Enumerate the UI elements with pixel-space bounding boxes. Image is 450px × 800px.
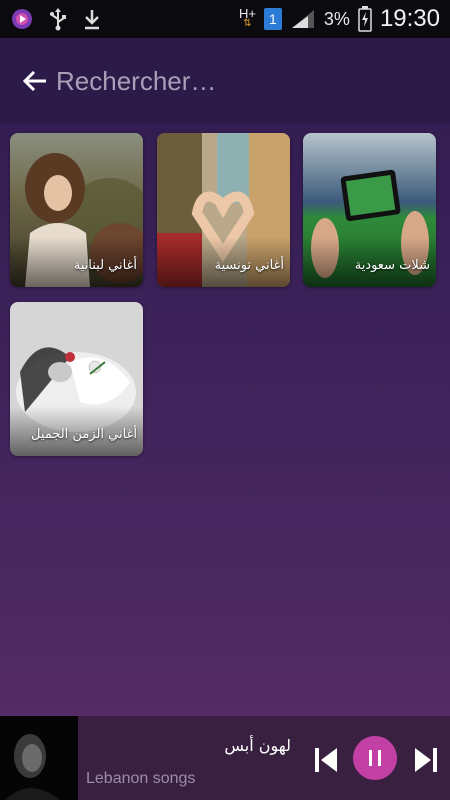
next-button[interactable]	[408, 742, 444, 778]
album-art	[0, 716, 78, 800]
previous-button[interactable]	[308, 742, 344, 778]
battery-charging-icon	[358, 6, 372, 32]
pause-icon	[369, 750, 381, 766]
category-label: شلات سعودية	[354, 258, 430, 273]
category-label: أغاني الزمن الجميل	[31, 427, 137, 442]
download-icon	[82, 7, 102, 31]
clock: 19:30	[379, 5, 440, 32]
track-subtitle: Lebanon songs	[86, 770, 196, 787]
skip-next-icon	[415, 748, 437, 772]
track-info: لهون أبس Lebanon songs	[86, 716, 301, 800]
arrow-left-icon	[22, 70, 46, 92]
category-card-tunisian[interactable]: أغاني تونسية	[157, 133, 290, 287]
signal-icon	[290, 8, 316, 30]
status-bar: H+ ⇅ 1 3% 19:30	[0, 0, 450, 38]
category-card-golden-era[interactable]: أغاني الزمن الجميل	[10, 302, 143, 456]
app-icon	[10, 7, 34, 31]
usb-icon	[48, 7, 68, 31]
search-toolbar	[0, 38, 450, 124]
category-card-saudi[interactable]: شلات سعودية	[303, 133, 436, 287]
battery-percent: 3%	[323, 8, 350, 29]
mini-player[interactable]: لهون أبس Lebanon songs	[0, 716, 450, 800]
sim-indicator: 1	[263, 8, 282, 30]
pause-button[interactable]	[353, 736, 397, 780]
search-input[interactable]	[54, 64, 358, 98]
category-label: أغاني تونسية	[214, 258, 284, 273]
category-card-lebanese[interactable]: أغاني لبنانية	[10, 133, 143, 287]
category-label: أغاني لبنانية	[73, 258, 137, 273]
data-arrows-icon: ⇅	[243, 18, 252, 29]
skip-previous-icon	[315, 748, 337, 772]
track-title: لهون أبس	[224, 736, 291, 755]
network-indicator: H+ ⇅	[238, 6, 256, 29]
